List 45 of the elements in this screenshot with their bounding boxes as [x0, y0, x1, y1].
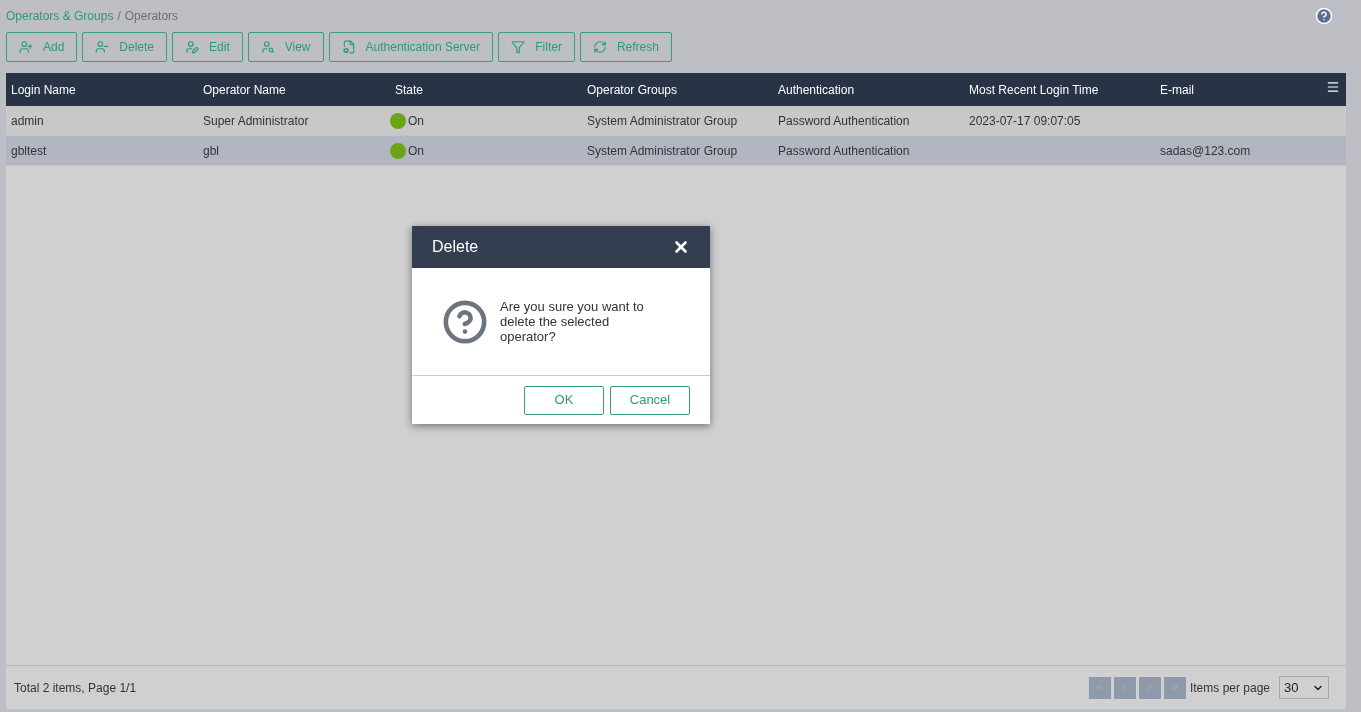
user-add-icon	[19, 40, 33, 54]
user-remove-icon	[95, 40, 110, 54]
first-page-button[interactable]	[1088, 676, 1111, 699]
document-gear-icon	[341, 40, 356, 54]
table-cell-text: gbl	[202, 142, 220, 160]
table-cell-text: System Administrator Group	[586, 142, 739, 160]
dialog-button[interactable]: OK	[524, 385, 604, 415]
question-icon	[442, 298, 488, 345]
table-cell-text: Password Authentication	[777, 142, 911, 160]
table-row[interactable]: admin Super Administrator On System Administrator Group Password Authentication 2023-07-17 09:07:05	[6, 106, 1346, 136]
table-cell-text: On	[408, 112, 424, 130]
column-header[interactable]: Authentication	[773, 80, 964, 99]
dialog-message: Are you sure you want to delete the selected operator?	[500, 299, 645, 344]
last-page-button[interactable]	[1163, 676, 1186, 699]
dialog-title: Delete	[432, 237, 479, 257]
items-per-page-select[interactable]: 30	[1279, 676, 1329, 699]
table-cell-text: Password Authentication	[777, 112, 911, 130]
table-cell-text: sadas@123.com	[1159, 142, 1252, 160]
table-cell-text: gbltest	[10, 142, 48, 160]
column-header[interactable]: Operator Groups	[582, 80, 773, 99]
column-header[interactable]: Login Name	[6, 80, 198, 99]
column-header[interactable]: E-mail	[1155, 80, 1346, 99]
table-cell-text: Super Administrator	[202, 112, 310, 130]
table-cell-text: 2023-07-17 09:07:05	[968, 112, 1082, 130]
breadcrumb-text: /	[117, 8, 121, 25]
help-icon[interactable]	[1315, 7, 1333, 25]
items-per-page-label: Items per page	[1189, 679, 1270, 697]
next-page-button[interactable]	[1138, 676, 1161, 699]
close-icon[interactable]	[672, 238, 690, 256]
previous-page-button[interactable]	[1113, 676, 1136, 699]
table-cell-text: On	[408, 142, 424, 160]
column-header[interactable]: Most Recent Login Time	[964, 80, 1155, 99]
user-edit-icon	[185, 40, 200, 54]
table-row[interactable]: gbltest gbl On System Administrator Group Password Authentication sadas@123.com	[6, 136, 1346, 166]
menu-icon[interactable]	[1326, 80, 1340, 94]
user-search-icon	[260, 40, 275, 54]
breadcrumb-text: Operators	[124, 8, 179, 25]
table-cell-text: admin	[10, 112, 45, 130]
filter-icon	[511, 40, 526, 54]
refresh-icon	[592, 40, 607, 54]
dialog-button[interactable]: Cancel	[610, 385, 690, 415]
column-header[interactable]: State	[390, 80, 582, 99]
pagination-summary: Total 2 items, Page 1/1	[14, 679, 137, 697]
table-cell-text: System Administrator Group	[586, 112, 739, 130]
column-header[interactable]: Operator Name	[198, 80, 390, 99]
